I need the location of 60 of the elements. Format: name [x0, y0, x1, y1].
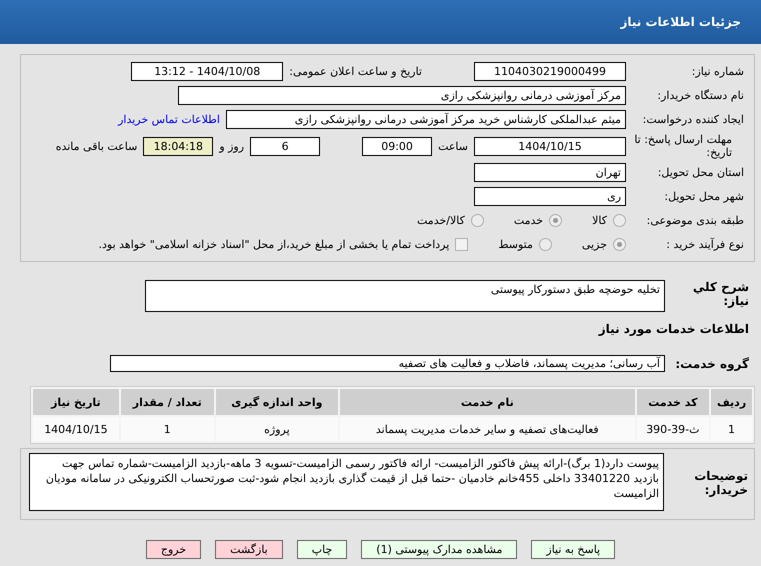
column-header: ردیف — [711, 389, 752, 415]
field-label: نام دستگاه خریدار: — [656, 89, 745, 102]
value-field: 6 — [250, 136, 320, 156]
column-header: واحد اندازه گیری — [216, 389, 338, 415]
action-button[interactable]: چاپ — [296, 540, 348, 559]
field-label: شماره نیاز: — [690, 65, 745, 78]
table-cell: ث-39-390 — [636, 417, 710, 441]
field-label: روز و — [219, 140, 244, 152]
value-field: 09:00 — [362, 136, 432, 156]
field-label: شرح کلي نياز: — [692, 280, 750, 308]
option-label: جزیی — [582, 238, 607, 251]
value-field: 1404/10/15 — [474, 136, 626, 156]
table-cell: فعالیت‌های تصفیه و سایر خدمات مدیریت پسماند — [340, 417, 635, 441]
field-label: استان محل تحویل: — [656, 166, 745, 179]
contact-link[interactable]: اطلاعات تماس خریدار — [118, 113, 220, 126]
action-button[interactable]: پاسخ به نیاز — [531, 540, 616, 559]
field-label: گروه خدمت: — [674, 356, 750, 370]
field-label: شهر محل تحویل: — [663, 190, 745, 203]
table-cell: 1404/10/15 — [33, 417, 119, 441]
option-label: کالا — [592, 214, 607, 227]
field-label: تاریخ و ساعت اعلان عمومی: — [289, 65, 422, 78]
field-label: توضیحات خریدار: — [693, 468, 749, 497]
field-label: طبقه بندی موضوعی: — [646, 214, 745, 227]
option-label: متوسط — [498, 238, 533, 251]
radio-button[interactable] — [613, 238, 626, 251]
radio-button[interactable] — [470, 214, 484, 227]
field-label: ساعت — [438, 140, 468, 152]
value-field: ری — [474, 187, 626, 206]
value-field: مرکز آموزشی درمانی روانپزشکی رازی — [178, 86, 626, 105]
value-field: 1404/10/08 - 13:12 — [131, 62, 284, 81]
option-label: خدمت — [514, 214, 544, 227]
action-button[interactable]: مشاهده مدارک پیوستی (1) — [361, 540, 518, 559]
table-cell: پروژه — [216, 417, 338, 441]
field-label: ساعت باقی مانده — [56, 140, 138, 152]
value-field: 1104030219000499 — [474, 62, 626, 81]
notes-field[interactable]: پیوست دارد(1 برگ)-ارائه پیش فاکتور الزامیست- ارائه فاکتور رسمی الزامیست-تسویه 3 ماهه-بازدید الزامیست-شماره تماس جهت بازدید 33401220 داخلی 455خانم خادمیان -حتما قبل از قیمت گذاری بازدید انجام شود-ثبت صورتحساب الکترونیکی در سامانه مودیان الزامیست — [29, 453, 664, 511]
option-label: پرداخت تمام یا بخشی از مبلغ خرید،از محل "اسناد خزانه اسلامی" خواهد بود. — [98, 238, 450, 251]
checkbox[interactable] — [455, 238, 468, 251]
description-field[interactable]: تخلیه حوضچه طبق دستورکار پیوستی — [145, 280, 665, 312]
table-cell: 1 — [711, 417, 752, 441]
service-group-field: آب رسانی؛ مدیریت پسماند، فاضلاب و فعالیت های تصفیه — [110, 355, 665, 372]
radio-button[interactable] — [538, 238, 552, 251]
column-header: تاریخ نیاز — [33, 389, 119, 415]
value-field: تهران — [474, 163, 626, 182]
column-header: کد خدمت — [636, 389, 710, 415]
table-cell: 1 — [120, 417, 214, 441]
column-header: تعداد / مقدار — [120, 389, 214, 415]
value-field: میثم عبدالملکی کارشناس خرید مرکز آموزشی درمانی روانپزشکی رازی — [226, 110, 626, 129]
field-label: نوع فرآیند خرید : — [665, 238, 745, 251]
radio-button[interactable] — [549, 214, 562, 227]
radio-button[interactable] — [613, 214, 626, 227]
section-title: اطلاعات خدمات مورد نیاز — [598, 322, 750, 336]
field-label: ایجاد کننده درخواست: — [642, 113, 745, 126]
option-label: کالا/خدمت — [417, 214, 465, 227]
action-button[interactable]: خروج — [146, 540, 202, 559]
action-button[interactable]: بازگشت — [215, 540, 283, 559]
field-label: مهلت ارسال پاسخ: تا تاریخ: — [633, 133, 733, 159]
column-header: نام خدمت — [340, 389, 635, 415]
page-title: جزئیات اطلاعات نیاز — [620, 15, 741, 29]
value-field: 18:04:18 — [143, 136, 214, 156]
